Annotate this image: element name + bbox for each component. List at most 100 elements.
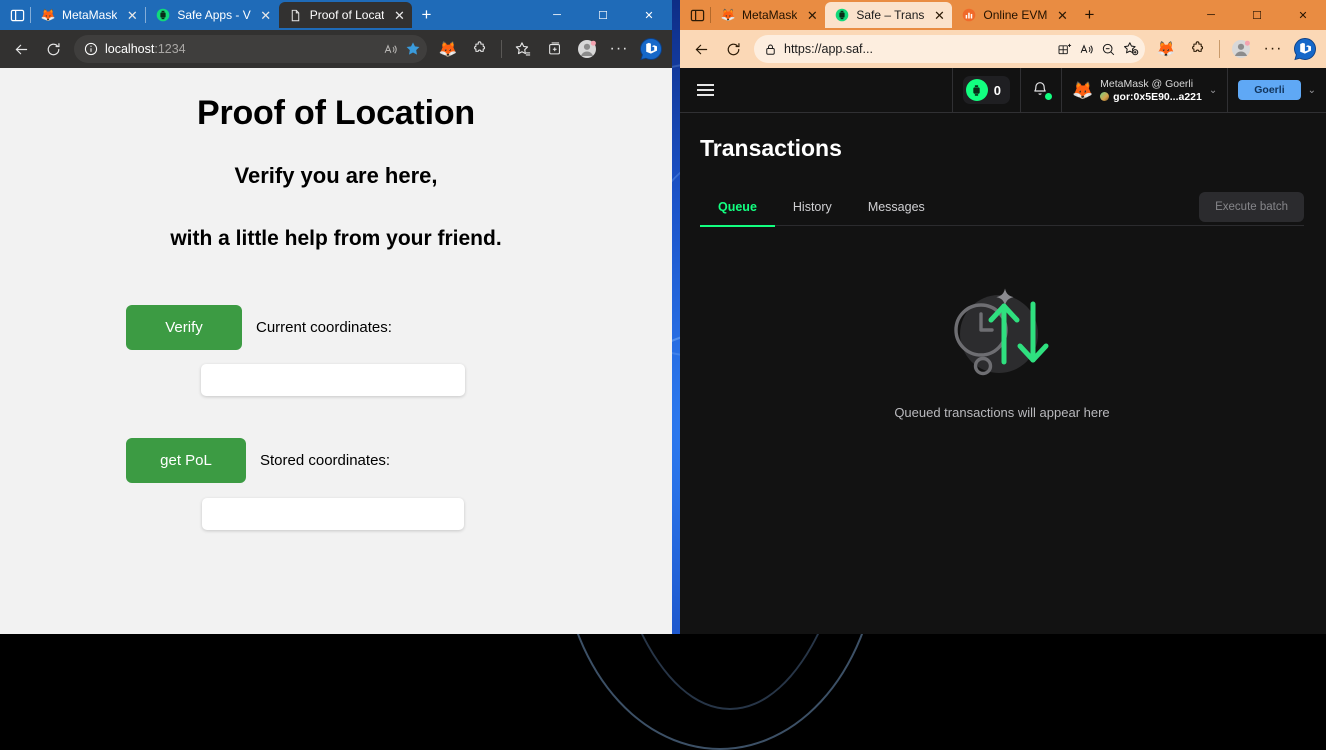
metamask-fox-icon: 🦊	[1072, 82, 1093, 99]
account-details: MetaMask @ Goerli gor:0x5E90...a221	[1100, 78, 1202, 103]
settings-more-icon[interactable]: ···	[604, 34, 634, 64]
read-aloud-icon[interactable]	[383, 42, 398, 57]
tab-close-icon[interactable]: ✕	[390, 6, 408, 24]
tab-actions-icon[interactable]	[4, 2, 30, 28]
stored-coordinates-input[interactable]	[202, 498, 464, 530]
execute-batch-button[interactable]: Execute batch	[1199, 192, 1304, 222]
minimize-button[interactable]: ─	[1188, 0, 1234, 30]
maximize-button[interactable]: ☐	[1234, 0, 1280, 30]
toolbar-divider	[501, 40, 502, 58]
lock-icon[interactable]	[764, 43, 777, 56]
safe-green-icon	[155, 7, 171, 23]
notification-dot	[1045, 93, 1052, 100]
address-bar-right[interactable]: https://app.saf...	[754, 35, 1145, 63]
page-content-right: 0 🦊 MetaMask @ Goerli	[680, 68, 1326, 634]
tab-close-icon[interactable]: ✕	[123, 6, 141, 24]
new-tab-button[interactable]: +	[412, 2, 440, 28]
back-arrow-icon[interactable]	[6, 34, 36, 64]
account-blockie-icon	[1100, 92, 1109, 101]
network-chevron-down-icon[interactable]: ⌄	[1308, 85, 1316, 96]
hamburger-menu-icon[interactable]	[680, 84, 724, 96]
split-screen-icon[interactable]	[1057, 42, 1072, 57]
current-coordinates-input[interactable]	[201, 364, 465, 396]
notifications-cell[interactable]	[1020, 68, 1061, 113]
settings-more-icon[interactable]: ···	[1258, 34, 1288, 64]
tab-close-icon[interactable]: ✕	[257, 6, 275, 24]
url-text[interactable]: localhost:1234	[105, 42, 376, 56]
verify-button[interactable]: Verify	[126, 305, 242, 350]
page-subheading-1: Verify you are here,	[0, 163, 672, 189]
tab-queue[interactable]: Queue	[700, 188, 775, 226]
read-aloud-icon[interactable]	[1079, 42, 1094, 57]
page-title: Transactions	[700, 135, 1304, 162]
safe-app-body: Transactions Queue History Messages Exec…	[680, 113, 1326, 420]
profile-avatar-icon[interactable]	[1226, 34, 1256, 64]
transactions-tabs: Queue History Messages Execute batch	[700, 188, 1304, 226]
get-pol-button[interactable]: get PoL	[126, 438, 246, 483]
account-chip[interactable]: 🦊 MetaMask @ Goerli gor:0x5E90...a221 ⌄	[1072, 78, 1217, 103]
account-name: MetaMask @ Goerli	[1100, 78, 1202, 90]
metamask-fox-icon: 🦊	[40, 7, 56, 23]
network-chip[interactable]: Goerli	[1238, 80, 1300, 100]
favorite-star-filled-icon[interactable]	[405, 41, 421, 57]
tab-close-icon[interactable]: ✕	[803, 6, 821, 24]
tab-label: Online EVM	[983, 8, 1047, 22]
reload-icon[interactable]	[38, 34, 68, 64]
safe-green-icon	[834, 7, 850, 23]
tab-online-evm[interactable]: Online EVM ✕	[952, 2, 1075, 28]
bing-copilot-icon[interactable]	[636, 34, 666, 64]
tab-safe-transactions[interactable]: Safe – Trans ✕	[825, 2, 952, 28]
browser-window-right[interactable]: 🦊 MetaMask ✕ Safe – Trans ✕ Online EVM ✕…	[680, 0, 1326, 634]
safe-app-header: 0 🦊 MetaMask @ Goerli	[680, 68, 1326, 113]
chevron-down-icon[interactable]: ⌄	[1209, 85, 1217, 96]
favorites-add-icon[interactable]	[508, 34, 538, 64]
metamask-extension-icon[interactable]: 🦊	[433, 34, 463, 64]
toolbar-divider	[1219, 40, 1220, 58]
maximize-button[interactable]: ☐	[580, 0, 626, 30]
tab-close-icon[interactable]: ✕	[930, 6, 948, 24]
current-coordinates-label: Current coordinates:	[256, 319, 392, 336]
url-path: :1234	[154, 42, 185, 56]
tab-metamask[interactable]: 🦊 MetaMask ✕	[711, 2, 825, 28]
tab-actions-icon[interactable]	[684, 2, 710, 28]
extensions-puzzle-icon[interactable]	[465, 34, 495, 64]
tab-history[interactable]: History	[775, 188, 850, 226]
account-cell[interactable]: 🦊 MetaMask @ Goerli gor:0x5E90...a221 ⌄	[1061, 68, 1227, 113]
extensions-puzzle-icon[interactable]	[1183, 34, 1213, 64]
minimize-button[interactable]: ─	[534, 0, 580, 30]
page-title: Proof of Location	[0, 94, 672, 133]
close-window-button[interactable]: ✕	[1280, 0, 1326, 30]
tab-label: Proof of Locat	[310, 8, 385, 22]
metamask-extension-icon[interactable]: 🦊	[1151, 34, 1181, 64]
browser-window-left[interactable]: 🦊 MetaMask ✕ Safe Apps - V ✕ Proof of Lo…	[0, 0, 672, 634]
metamask-fox-icon: 🦊	[720, 7, 736, 23]
zoom-out-icon[interactable]	[1101, 42, 1116, 57]
tab-proof-of-location[interactable]: Proof of Locat ✕	[279, 2, 413, 28]
tab-strip-right: 🦊 MetaMask ✕ Safe – Trans ✕ Online EVM ✕…	[680, 0, 1326, 30]
favorite-add-icon[interactable]	[1123, 41, 1139, 57]
close-window-button[interactable]: ✕	[626, 0, 672, 30]
collections-icon[interactable]	[540, 34, 570, 64]
getpol-row: get PoL Stored coordinates:	[126, 438, 546, 483]
tab-label: Safe – Trans	[856, 8, 924, 22]
new-tab-button[interactable]: +	[1075, 2, 1103, 28]
reload-icon[interactable]	[718, 34, 748, 64]
address-bar-left[interactable]: localhost:1234	[74, 35, 427, 63]
tab-metamask[interactable]: 🦊 MetaMask ✕	[31, 2, 145, 28]
back-arrow-icon[interactable]	[686, 34, 716, 64]
profile-avatar-icon[interactable]	[572, 34, 602, 64]
browser-toolbar-left: localhost:1234 🦊 ···	[0, 30, 672, 68]
url-host: localhost	[105, 42, 154, 56]
window-controls-right: ─ ☐ ✕	[1188, 0, 1326, 30]
safe-count-value: 0	[994, 83, 1001, 98]
tab-safe-apps[interactable]: Safe Apps - V ✕	[146, 2, 278, 28]
safe-count-cell[interactable]: 0	[952, 68, 1020, 113]
tab-close-icon[interactable]: ✕	[1053, 6, 1071, 24]
network-cell[interactable]: Goerli ⌄	[1227, 68, 1326, 113]
safe-count-badge[interactable]: 0	[963, 76, 1010, 104]
info-circle-icon[interactable]	[84, 42, 98, 56]
tab-messages[interactable]: Messages	[850, 188, 943, 226]
bing-copilot-icon[interactable]	[1290, 34, 1320, 64]
notifications-bell-icon[interactable]	[1031, 80, 1051, 100]
url-text[interactable]: https://app.saf...	[784, 42, 1050, 56]
